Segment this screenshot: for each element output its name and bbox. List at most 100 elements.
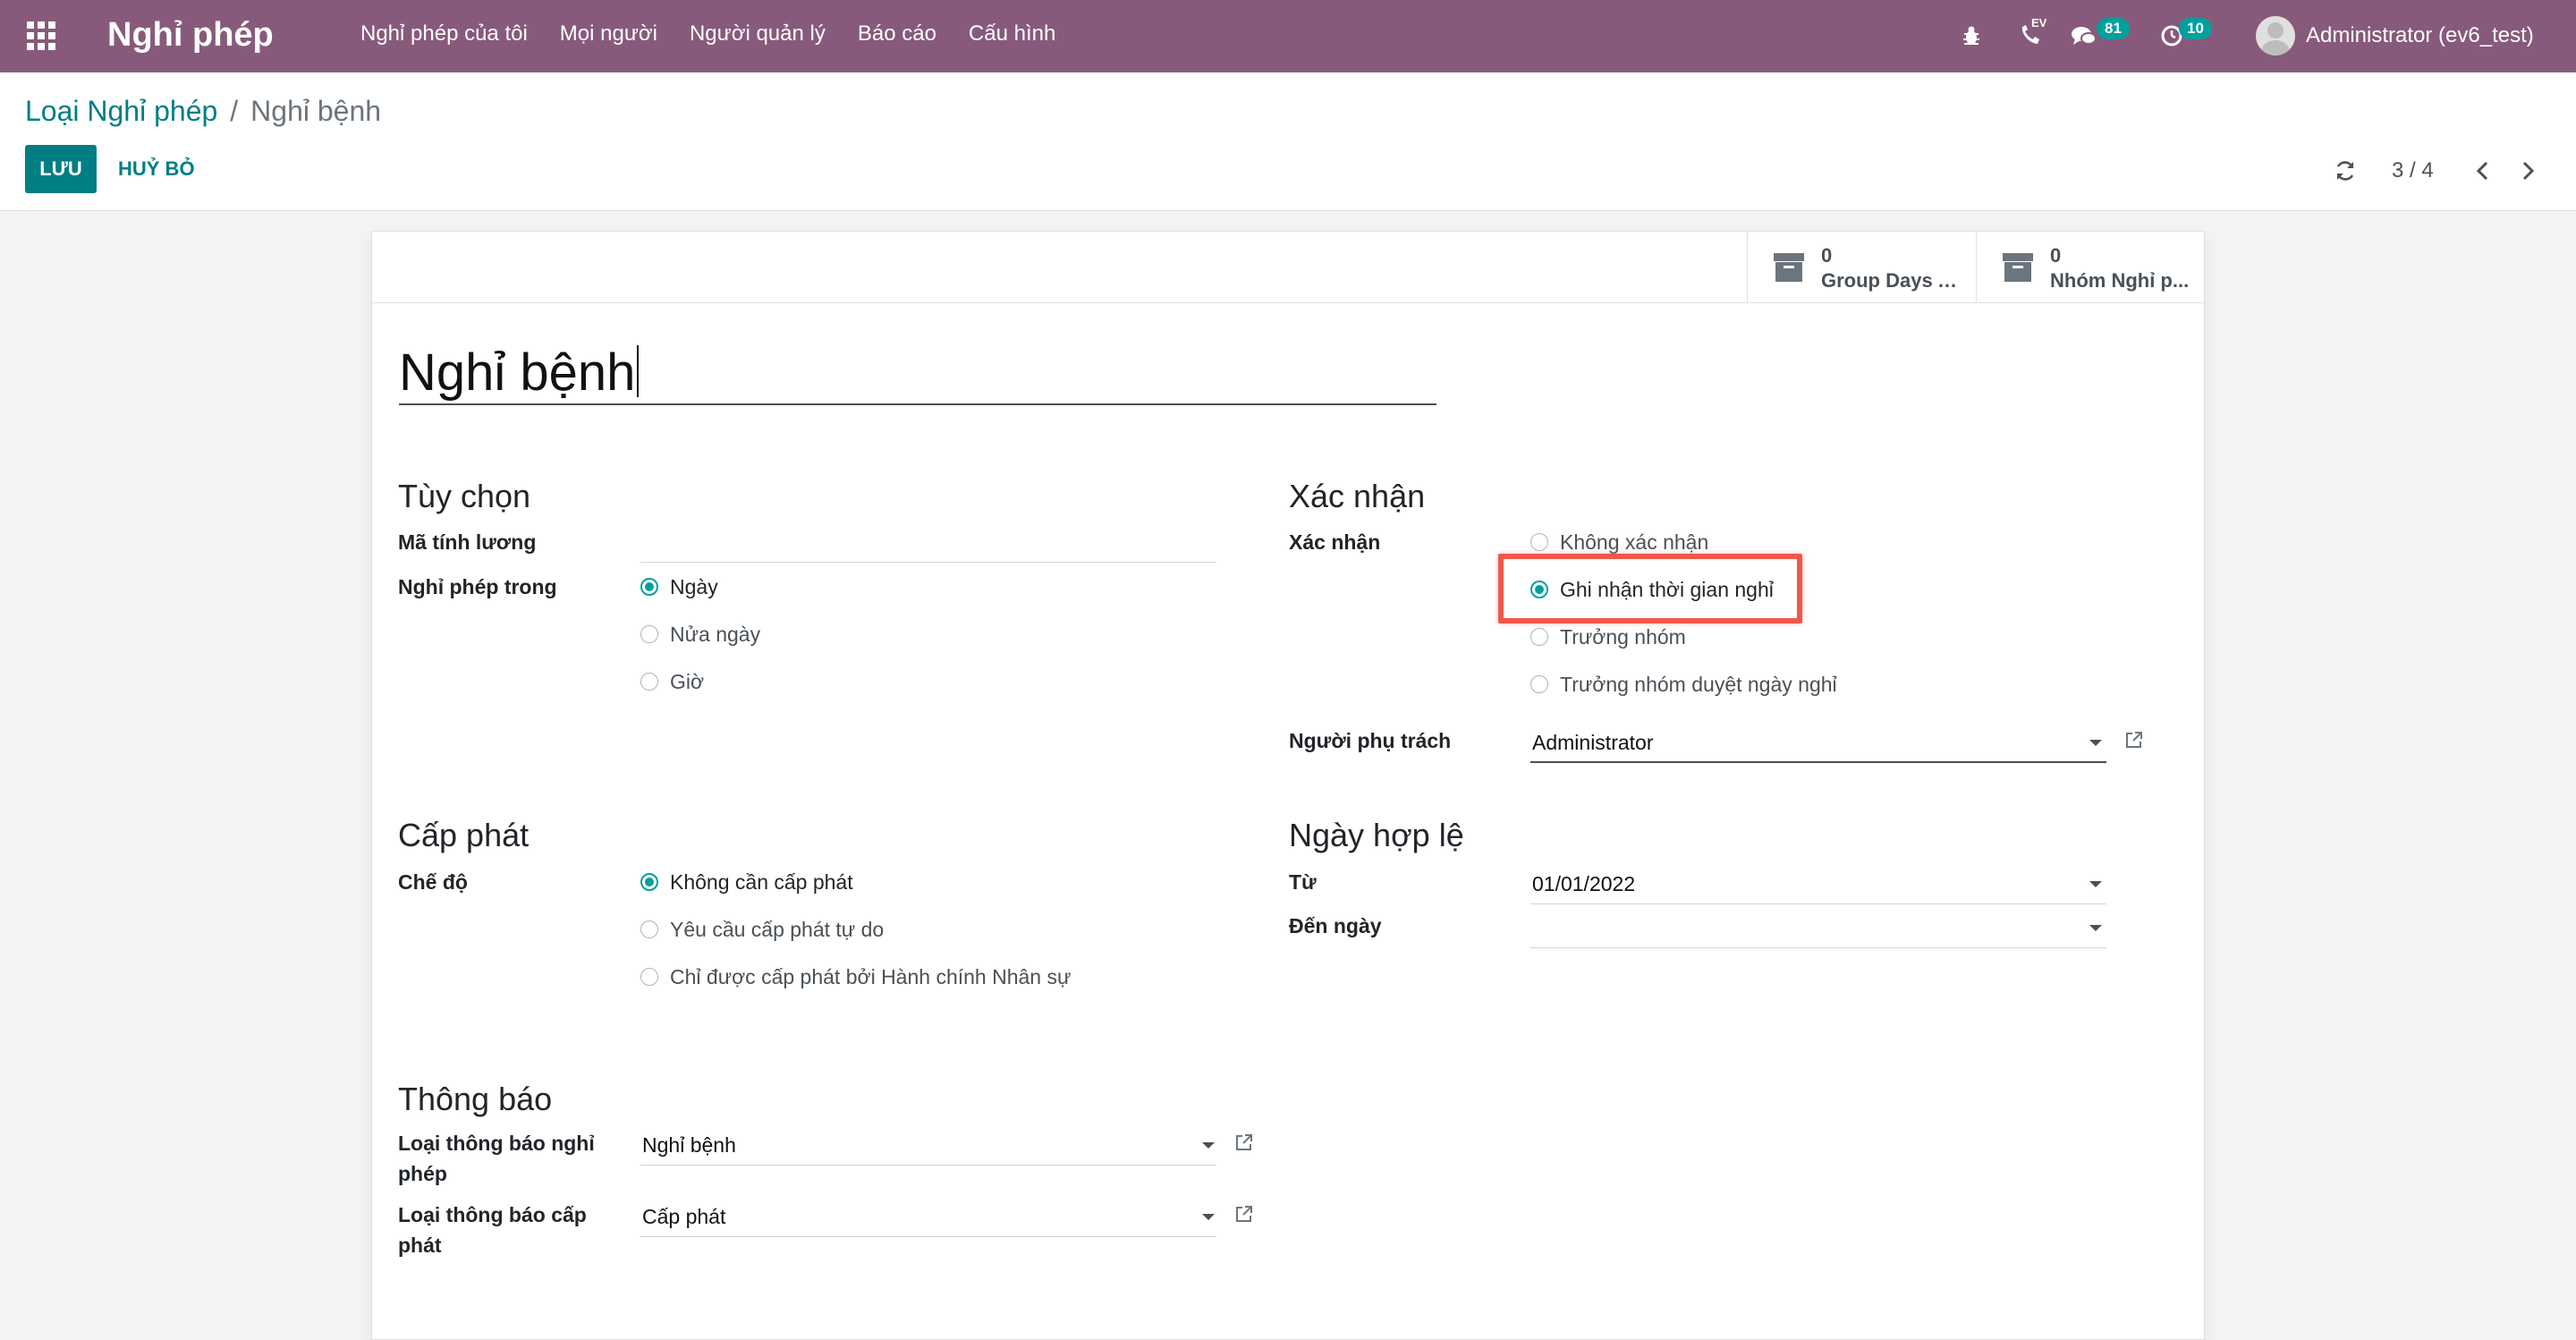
radio-unit-hour[interactable]: Giờ <box>640 666 704 697</box>
valid-to-label: Đến ngày <box>1289 914 1382 937</box>
name-field[interactable]: Nghỉ bệnh <box>399 337 1436 405</box>
allocation-notification-underline <box>640 1236 1216 1237</box>
stat-label: Nhóm Nghỉ p... <box>2050 269 2190 292</box>
menu-everyone[interactable]: Mọi người <box>560 20 657 48</box>
pager-previous-icon[interactable] <box>2470 158 2496 183</box>
validation-label: Xác nhận <box>1289 530 1381 554</box>
allocation-notification-dropdown-icon[interactable] <box>1202 1214 1215 1220</box>
radio-button[interactable] <box>640 873 658 891</box>
responsible-dropdown-icon[interactable] <box>2089 740 2102 746</box>
menu-configuration[interactable]: Cấu hình <box>969 20 1055 48</box>
refresh-icon[interactable] <box>2333 158 2358 183</box>
smart-button-box: 0 Group Days A... 0 Nhóm Nghỉ p... <box>372 232 2204 303</box>
leave-notification-underline <box>640 1165 1216 1166</box>
payroll-code-label: Mã tính lương <box>398 530 537 554</box>
radio-hr-allocation[interactable]: Chỉ được cấp phát bởi Hành chính Nhân sự <box>640 962 1071 992</box>
valid-from-underline <box>1530 903 2106 904</box>
radio-button[interactable] <box>1530 581 1548 598</box>
stat-value: 0 <box>1821 244 1833 267</box>
valid-from-input[interactable]: 01/01/2022 <box>1532 869 1635 899</box>
stat-button-leave-groups[interactable]: 0 Nhóm Nghỉ p... <box>1976 232 2205 303</box>
activities-count-badge: 10 <box>2179 18 2212 39</box>
radio-button[interactable] <box>1530 628 1548 646</box>
group-title-allocation: Cấp phát <box>398 817 530 853</box>
radio-unit-half-day[interactable]: Nửa ngày <box>640 619 760 649</box>
leave-notification-input[interactable]: Nghỉ bệnh <box>642 1130 736 1160</box>
leave-notification-dropdown-icon[interactable] <box>1202 1142 1215 1149</box>
request-unit-label: Nghỉ phép trong <box>398 575 557 598</box>
radio-button[interactable] <box>1530 675 1548 693</box>
breadcrumb-current: Nghỉ bệnh <box>250 95 382 127</box>
valid-to-underline <box>1530 947 2106 948</box>
debug-bug-icon[interactable] <box>1955 20 1987 52</box>
group-title-options: Tùy chọn <box>398 478 531 514</box>
radio-button[interactable] <box>640 673 658 691</box>
allocation-mode-label: Chế độ <box>398 870 468 894</box>
phone-badge: EV <box>2031 16 2047 30</box>
breadcrumb-parent-link[interactable]: Loại Nghỉ phép <box>25 95 217 127</box>
radio-button[interactable] <box>640 920 658 938</box>
stat-label: Group Days A... <box>1821 269 1968 292</box>
radio-label: Nửa ngày <box>670 623 761 646</box>
valid-from-dropdown-icon[interactable] <box>2089 881 2102 887</box>
responsible-external-link-icon[interactable] <box>2123 729 2145 751</box>
responsible-label: Người phụ trách <box>1289 729 1452 752</box>
radio-no-allocation[interactable]: Không cần cấp phát <box>640 867 853 897</box>
radio-label: Không cần cấp phát <box>670 870 853 894</box>
radio-label: Chỉ được cấp phát bởi Hành chính Nhân sự <box>670 965 1072 988</box>
radio-label: Yêu cầu cấp phát tự do <box>670 918 885 941</box>
user-name: Administrator (ev6_test) <box>2306 23 2534 47</box>
main-menu: Nghỉ phép của tôi Mọi người Người quản l… <box>360 20 1088 48</box>
valid-to-dropdown-icon[interactable] <box>2089 925 2102 931</box>
group-title-validation: Xác nhận <box>1289 478 1426 514</box>
archive-box-icon <box>1774 253 1804 282</box>
save-button[interactable]: LƯU <box>25 145 97 193</box>
apps-menu-icon[interactable] <box>27 21 55 50</box>
radio-button[interactable] <box>640 625 658 643</box>
stat-button-group-days[interactable]: 0 Group Days A... <box>1747 232 1976 303</box>
radio-label: Giờ <box>670 670 705 693</box>
radio-label: Trưởng nhóm <box>1560 625 1686 649</box>
radio-button[interactable] <box>640 578 658 596</box>
allocation-notification-input[interactable]: Cấp phát <box>642 1201 725 1232</box>
breadcrumb-separator: / <box>230 95 239 127</box>
radio-label: Trưởng nhóm duyệt ngày nghỉ <box>1560 673 1837 696</box>
radio-button[interactable] <box>1530 533 1548 551</box>
messages-icon[interactable] <box>2068 20 2100 52</box>
messages-count-badge: 81 <box>2097 18 2130 39</box>
discard-button[interactable]: HUỶ BỎ <box>107 145 206 193</box>
control-panel: Loại Nghỉ phép / Nghỉ bệnh LƯU HUỶ BỎ 3 / … <box>0 72 2576 211</box>
menu-managers[interactable]: Người quản lý <box>690 20 826 48</box>
radio-time-off-officer[interactable]: Ghi nhận thời gian nghỉ <box>1530 574 1774 605</box>
radio-label: Không xác nhận <box>1560 530 1709 554</box>
valid-from-label: Từ <box>1289 870 1317 894</box>
radio-team-leader-and-officer[interactable]: Trưởng nhóm duyệt ngày nghỉ <box>1530 669 1837 700</box>
leave-notification-label: Loại thông báo nghỉ phép <box>398 1132 595 1185</box>
group-title-validity: Ngày hợp lệ <box>1289 817 1464 853</box>
allocation-notification-external-link-icon[interactable] <box>1233 1203 1255 1225</box>
user-menu[interactable]: Administrator (ev6_test) <box>2256 13 2534 59</box>
menu-my-leaves[interactable]: Nghỉ phép của tôi <box>360 20 528 48</box>
pager-next-icon[interactable] <box>2515 158 2540 183</box>
top-navbar: Nghỉ phép Nghỉ phép của tôi Mọi người Ng… <box>0 0 2576 72</box>
radio-no-validation[interactable]: Không xác nhận <box>1530 527 1708 557</box>
text-caret <box>637 345 640 397</box>
app-name[interactable]: Nghỉ phép <box>107 13 274 57</box>
radio-label: Ngày <box>670 575 718 598</box>
leave-notification-external-link-icon[interactable] <box>1233 1132 1255 1153</box>
pager-value[interactable]: 3 / 4 <box>2392 153 2434 189</box>
allocation-notification-label: Loại thông báo cấp phát <box>398 1203 587 1257</box>
responsible-input[interactable]: Administrator <box>1532 727 1653 758</box>
breadcrumb: Loại Nghỉ phép / Nghỉ bệnh <box>25 92 381 130</box>
radio-label: Ghi nhận thời gian nghỉ <box>1560 578 1774 601</box>
menu-reporting[interactable]: Báo cáo <box>858 20 936 48</box>
radio-unit-day[interactable]: Ngày <box>640 572 718 602</box>
radio-team-leader[interactable]: Trưởng nhóm <box>1530 622 1686 652</box>
form-sheet: 0 Group Days A... 0 Nhóm Nghỉ p... Nghỉ … <box>371 231 2205 1340</box>
responsible-underline <box>1530 761 2106 763</box>
payroll-code-underline <box>640 562 1216 563</box>
group-title-notification: Thông báo <box>398 1081 553 1117</box>
radio-free-allocation[interactable]: Yêu cầu cấp phát tự do <box>640 914 884 945</box>
radio-button[interactable] <box>640 968 658 986</box>
name-input[interactable]: Nghỉ bệnh <box>399 343 635 402</box>
